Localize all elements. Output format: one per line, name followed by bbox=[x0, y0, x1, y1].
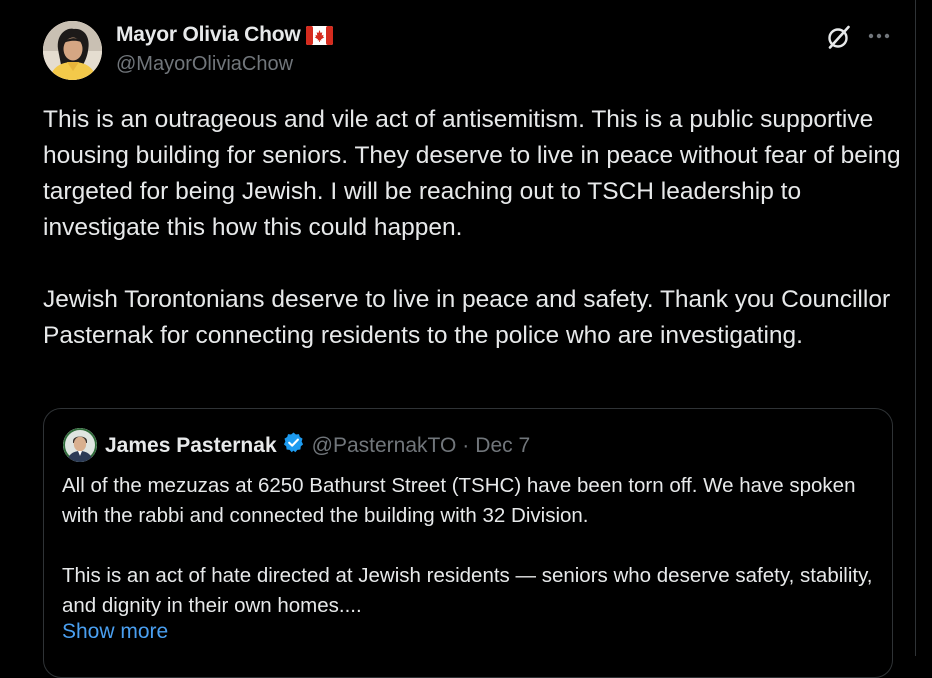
separator-dot: · bbox=[462, 433, 470, 457]
more-icon[interactable] bbox=[866, 25, 892, 47]
canada-flag-icon bbox=[306, 25, 334, 45]
quoted-paragraph: This is an act of hate directed at Jewis… bbox=[62, 564, 873, 617]
grok-icon[interactable] bbox=[826, 24, 852, 50]
author-avatar[interactable] bbox=[43, 21, 102, 80]
author-display-name[interactable]: Mayor Olivia Chow bbox=[116, 23, 301, 47]
tweet-card: Mayor Olivia Chow @MayorOliviaChow This … bbox=[0, 0, 916, 678]
verified-badge-icon bbox=[277, 431, 312, 460]
quoted-author-avatar[interactable] bbox=[63, 428, 97, 462]
tweet-text: This is an outrageous and vile act of an… bbox=[43, 102, 903, 354]
tweet-paragraph: This is an outrageous and vile act of an… bbox=[43, 106, 901, 241]
quoted-header: James Pasternak @PasternakTO · Dec 7 bbox=[105, 431, 530, 460]
quoted-display-name[interactable]: James Pasternak bbox=[105, 434, 277, 458]
tweet-paragraph: Jewish Torontonians deserve to live in p… bbox=[43, 286, 891, 349]
author-name-row: Mayor Olivia Chow bbox=[116, 23, 334, 47]
quoted-paragraph: All of the mezuzas at 6250 Bathurst Stre… bbox=[62, 474, 856, 527]
quoted-tweet[interactable]: James Pasternak @PasternakTO · Dec 7 All… bbox=[43, 408, 893, 678]
quoted-date[interactable]: Dec 7 bbox=[475, 434, 530, 458]
show-more-link[interactable]: Show more bbox=[62, 620, 168, 644]
author-handle[interactable]: @MayorOliviaChow bbox=[116, 53, 293, 76]
quoted-text: All of the mezuzas at 6250 Bathurst Stre… bbox=[62, 471, 882, 621]
quoted-handle[interactable]: @PasternakTO bbox=[312, 434, 457, 458]
